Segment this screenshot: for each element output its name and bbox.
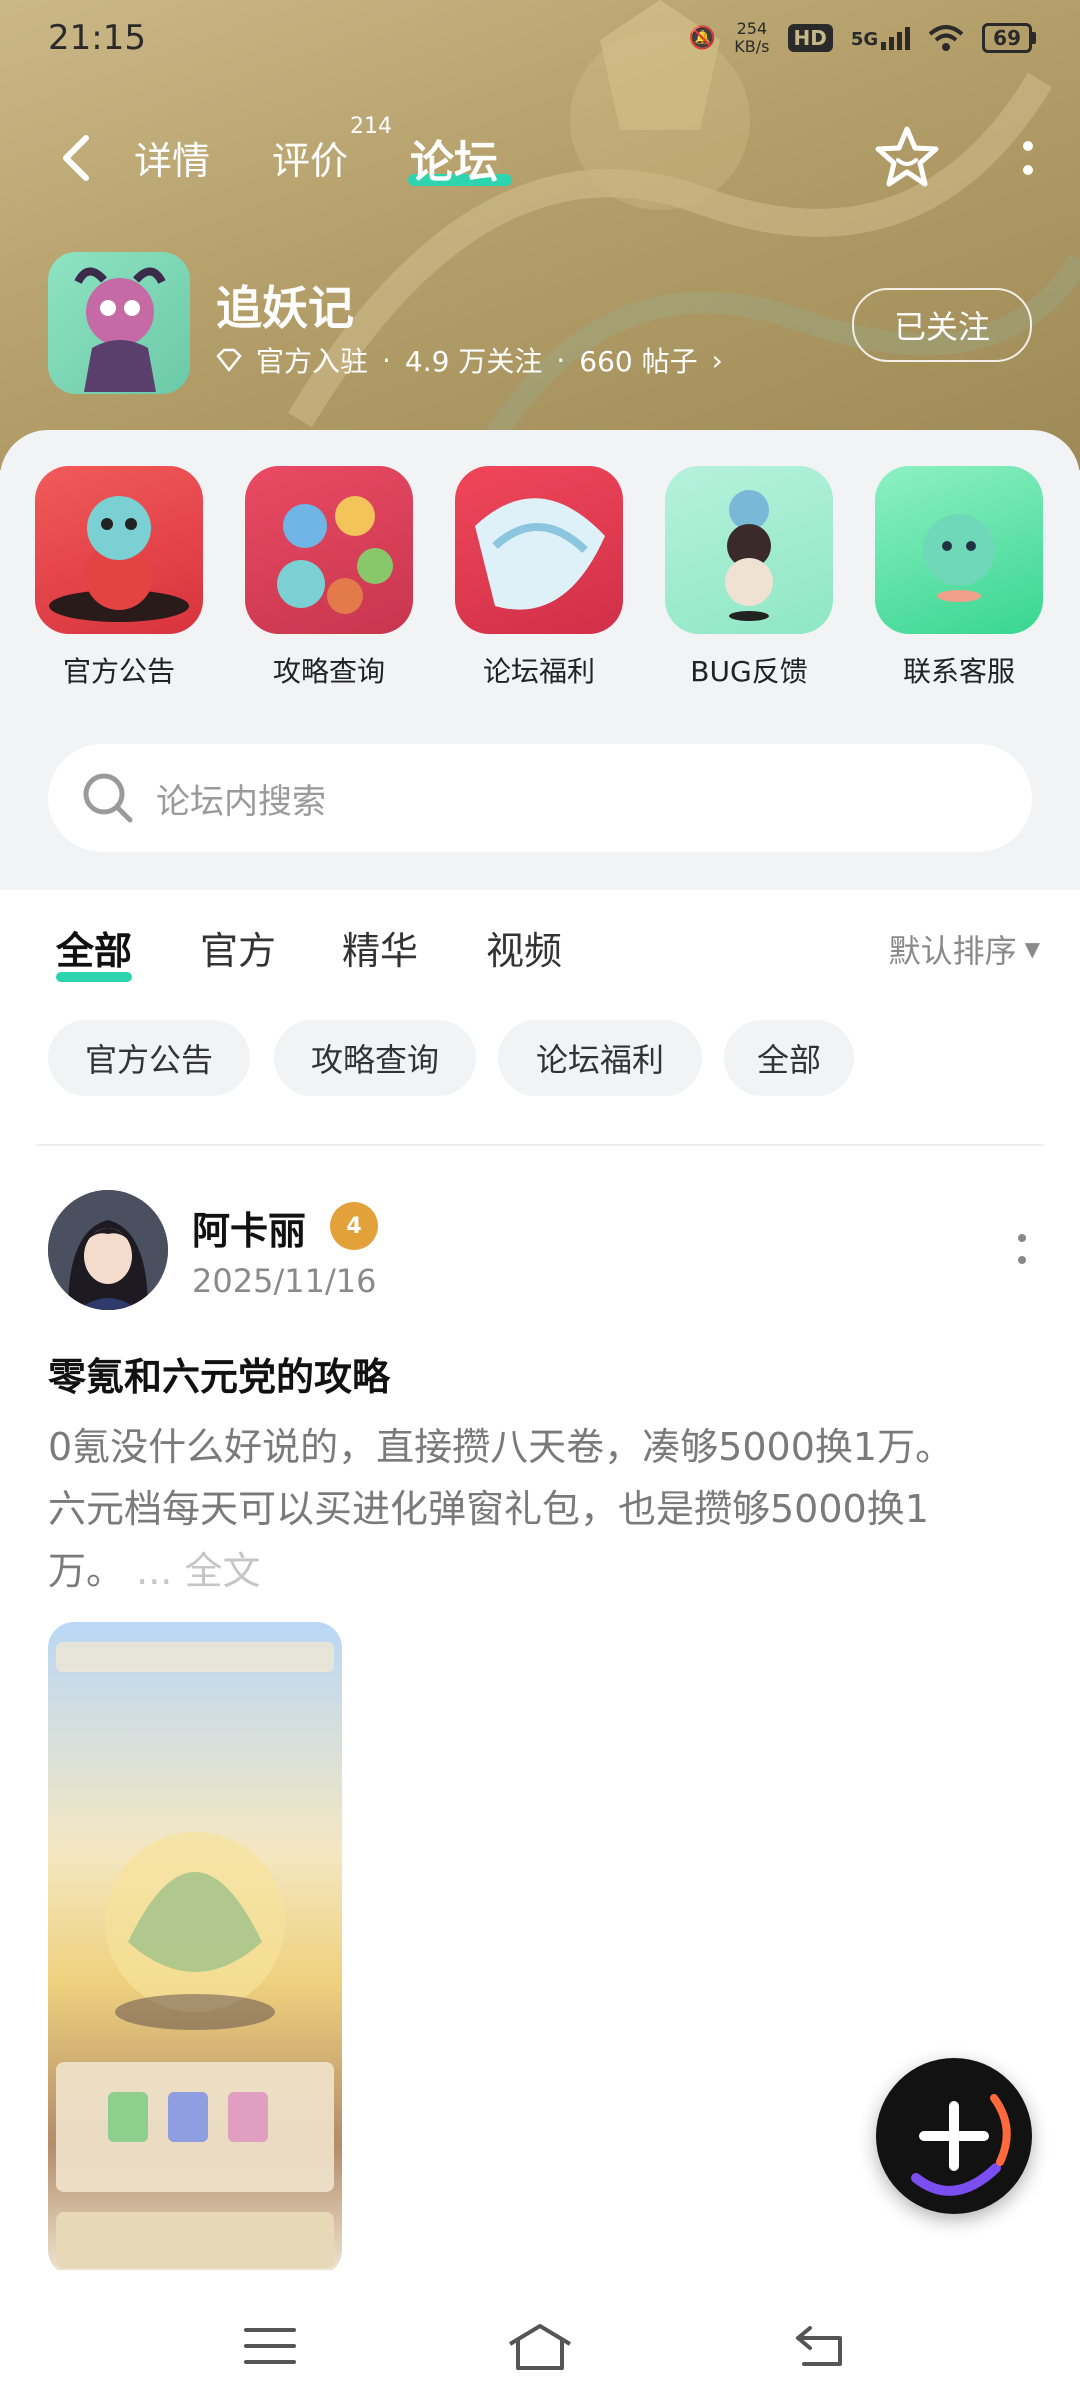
chevron-right-icon: › [711,343,723,377]
signal-icon: 5G [851,26,911,50]
post-body[interactable]: 0氪没什么好说的，直接攒八天卷，凑够5000换1万。六元档每天可以买进化弹窗礼包… [48,1416,988,1602]
followers-count: 4.9 万关注 [404,345,543,378]
post-more-icon[interactable] [1012,1230,1032,1270]
guide-thumb [245,466,413,634]
wifi-icon [928,25,964,51]
tab-details[interactable]: 详情 [134,130,210,185]
post-ellipsis: ... [136,1549,173,1593]
hd-icon: HD [787,24,833,52]
home-icon[interactable] [504,2318,576,2374]
author-name[interactable]: 阿卡丽 [192,1200,306,1255]
system-nav-bar [0,2270,1080,2408]
filter-tab-official[interactable]: 官方 [200,920,276,975]
shortcut-panel: 官方公告 攻略查询 论坛福利 BUG反馈 联系客服 论坛内搜索 [0,430,1080,890]
post-title[interactable]: 零氪和六元党的攻略 [48,1346,390,1401]
shortcut-announcement[interactable]: 官方公告 [34,466,204,690]
chip-all[interactable]: 全部 [724,1020,854,1096]
mute-icon: 🔕 [688,25,717,51]
status-time: 21:15 [48,18,146,58]
filter-tab-featured[interactable]: 精华 [342,920,418,975]
shortcut-label: 论坛福利 [482,655,595,688]
shortcut-label: 联系客服 [902,655,1015,688]
shortcut-customer-service[interactable]: 联系客服 [874,466,1044,690]
battery-icon: 69 [982,23,1036,53]
level-badge: 4 [330,1202,378,1250]
app-title: 追妖记 [216,281,354,335]
reviews-count-badge: 214 [350,114,392,139]
search-input[interactable]: 论坛内搜索 [156,774,326,823]
customer-service-thumb [875,466,1043,634]
top-nav: 详情 评价 214 论坛 [0,114,1080,200]
forum-header: 21:15 🔕 254 KB/s HD 5G 69 详情 评价 214 论坛 追… [0,0,1080,470]
back-nav-icon[interactable] [790,2318,850,2374]
sort-dropdown[interactable]: 默认排序 ▼ [889,926,1040,972]
post-date: 2025/11/16 [192,1262,377,1300]
forum-search-bar[interactable]: 论坛内搜索 [48,744,1032,852]
shortcut-label: 官方公告 [62,655,175,688]
shortcut-bug-report[interactable]: BUG反馈 [664,466,834,690]
avatar[interactable] [48,1190,168,1310]
post-image[interactable] [48,1622,342,2276]
shortcut-label: BUG反馈 [690,655,808,688]
official-diamond-icon [216,348,242,372]
chip-guide[interactable]: 攻略查询 [274,1020,476,1096]
filter-tab-all[interactable]: 全部 [56,920,132,975]
bug-report-thumb [665,466,833,634]
official-label: 官方入驻 [256,345,369,378]
plus-icon [911,2094,1011,2196]
favorite-star-icon[interactable] [874,124,940,190]
filter-tab-indicator [56,972,132,982]
filter-tab-video[interactable]: 视频 [486,920,562,975]
posts-count[interactable]: 660 帖子 [579,340,697,380]
follow-button[interactable]: 已关注 [852,288,1032,362]
menu-icon[interactable] [240,2318,300,2374]
read-more-link[interactable]: 全文 [184,1549,260,1593]
status-bar: 21:15 🔕 254 KB/s HD 5G 69 [0,0,1080,80]
app-meta: 官方入驻 · 4.9 万关注 · 660 帖子 › [216,340,723,380]
tab-reviews[interactable]: 评价 [272,130,348,185]
divider [36,1144,1044,1146]
shortcut-label: 攻略查询 [272,655,385,688]
network-speed: 254 KB/s [734,19,770,56]
sort-label: 默认排序 [888,932,1017,970]
chip-welfare[interactable]: 论坛福利 [498,1020,702,1096]
caret-down-icon: ▼ [1024,937,1040,961]
announcement-thumb [35,466,203,634]
more-menu-icon[interactable] [1016,136,1040,186]
welfare-thumb [455,466,623,634]
tab-forum[interactable]: 论坛 [410,126,498,190]
back-icon[interactable] [56,132,96,184]
app-icon [48,252,190,394]
chip-announcement[interactable]: 官方公告 [48,1020,250,1096]
filter-section: 全部 官方 精华 视频 默认排序 ▼ 官方公告 攻略查询 论坛福利 全部 [0,890,1080,1150]
search-icon [83,773,133,823]
shortcut-guide[interactable]: 攻略查询 [244,466,414,690]
status-icons: 🔕 254 KB/s HD 5G 69 [689,20,1036,56]
shortcut-welfare[interactable]: 论坛福利 [454,466,624,690]
create-post-button[interactable] [876,2058,1032,2214]
